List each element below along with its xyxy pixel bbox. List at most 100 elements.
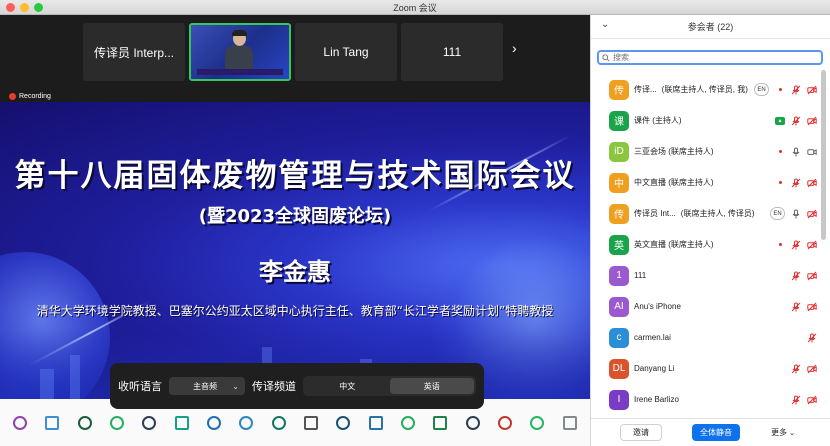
participants-panel: ⌄ 参会者 (22) 传传译...(联席主持人, 传译员, 我)EN课课件 (主… [590, 15, 830, 446]
microphone-muted-icon[interactable] [791, 85, 801, 95]
video-off-icon[interactable] [807, 178, 817, 188]
participant-row[interactable]: 传传译... (联席主持人, 传译员, 我) EN [591, 74, 823, 105]
sponsor-logo [401, 415, 416, 430]
participant-status-icons [791, 302, 817, 312]
channel-option-english[interactable]: 英语 [389, 378, 474, 394]
video-icon[interactable] [807, 147, 817, 157]
recording-icon [775, 85, 785, 95]
window-title: Zoom 会议 [393, 2, 437, 13]
avatar: 传 [609, 79, 629, 100]
chevron-down-icon: ⌄ [232, 381, 239, 391]
sponsor-logo [304, 415, 319, 430]
participant-role: (联席主持人, 传译员, 我) [661, 85, 748, 94]
sponsor-logo [207, 415, 222, 430]
participant-row[interactable]: I Irene Barlizo [591, 384, 823, 415]
sponsor-logo [433, 415, 448, 430]
interpretation-channel-label: 传译频道 [252, 381, 296, 393]
video-off-icon[interactable] [807, 85, 817, 95]
participant-row[interactable]: DL Danyang Li [591, 353, 823, 384]
channel-option-chinese[interactable]: 中文 [305, 378, 390, 394]
shared-screen-slide: 第十八届固体废物管理与技术国际会议 (暨2023全球固废论坛) 李金惠 清华大学… [0, 102, 590, 399]
participant-row[interactable]: 课课件 (主持人) ▴ [591, 105, 823, 136]
video-off-icon[interactable] [807, 116, 817, 126]
slide-speaker-description: 清华大学环境学院教授、巴塞尔公约亚太区域中心执行主任、教育部“长江学者奖励计划”… [36, 304, 554, 318]
sponsor-logo [13, 415, 28, 430]
chevron-down-icon[interactable]: ⌄ [601, 19, 609, 30]
video-off-icon[interactable] [807, 302, 817, 312]
participants-title: 参会者 (22) [687, 22, 734, 32]
tile-name: 111 [442, 45, 462, 59]
microphone-muted-icon[interactable] [791, 364, 801, 374]
invite-button[interactable]: 邀请 [620, 424, 662, 441]
microphone-muted-icon[interactable] [807, 333, 817, 343]
microphone-icon[interactable] [791, 147, 801, 157]
participant-row[interactable]: 传传译员 Int... (联席主持人, 传译员) EN [591, 198, 823, 229]
participant-status-icons [775, 240, 817, 250]
tile-name: Lin Tang [323, 45, 369, 59]
participant-role: (联席主持人, 传译员) [680, 209, 755, 218]
participant-name: 传译员 Int... [634, 209, 676, 218]
sponsor-logo [530, 415, 545, 430]
microphone-icon[interactable] [791, 209, 801, 219]
close-window-button[interactable] [6, 3, 15, 12]
search-icon [602, 53, 610, 62]
microphone-muted-icon[interactable] [791, 178, 801, 188]
participants-footer: 邀请 全体静音 更多 ⌄ [591, 418, 830, 446]
language-badge: EN [754, 83, 769, 96]
video-tile-lin-tang[interactable]: Lin Tang [295, 23, 397, 81]
recording-label: Recording [19, 93, 51, 100]
speaker-figure [225, 30, 253, 69]
participant-name: 英文直播 (联席主持人) [634, 240, 714, 249]
participant-status-icons: EN [770, 207, 817, 220]
video-off-icon[interactable] [807, 240, 817, 250]
microphone-muted-icon[interactable] [791, 302, 801, 312]
listen-language-select[interactable]: 主音频 ⌄ [169, 377, 245, 395]
video-tile-interpreter[interactable]: 传译员 Interp... [83, 23, 185, 81]
participant-name: 111 [634, 271, 647, 280]
meeting-view: 传译员 Interp... Lin Tang 111 › Recording 第… [0, 15, 590, 446]
sponsor-logo [336, 415, 351, 430]
sponsor-logo [498, 415, 513, 430]
participant-row[interactable]: AI Anu's iPhone [591, 291, 823, 322]
sponsor-logo [562, 415, 577, 430]
sponsor-logo [142, 415, 157, 430]
microphone-muted-icon[interactable] [791, 271, 801, 281]
participant-search [597, 50, 823, 65]
screen-share-icon: ▴ [775, 116, 785, 125]
video-tile-111[interactable]: 111 [401, 23, 503, 81]
minimize-window-button[interactable] [20, 3, 29, 12]
zoom-window-button[interactable] [34, 3, 43, 12]
avatar: c [609, 327, 629, 348]
window-controls [6, 3, 43, 12]
video-off-icon[interactable] [807, 209, 817, 219]
participants-header: ⌄ 参会者 (22) [591, 15, 830, 39]
video-off-icon[interactable] [807, 271, 817, 281]
participant-status-icons [791, 333, 817, 343]
microphone-muted-icon[interactable] [791, 240, 801, 250]
video-tile-active-speaker[interactable] [189, 23, 291, 81]
microphone-muted-icon[interactable] [791, 116, 801, 126]
avatar: DL [609, 358, 629, 379]
sponsor-logo [368, 415, 383, 430]
video-off-icon[interactable] [807, 364, 817, 374]
listen-language-label: 收听语言 [118, 381, 162, 393]
chevron-right-icon[interactable]: › [512, 40, 517, 56]
search-input[interactable] [613, 53, 813, 62]
participant-row[interactable]: 中中文直播 (联席主持人) [591, 167, 823, 198]
participant-row[interactable]: 英英文直播 (联席主持人) [591, 229, 823, 260]
participant-name: 传译... [634, 85, 657, 94]
mute-all-button[interactable]: 全体静音 [692, 424, 740, 441]
video-off-icon[interactable] [807, 395, 817, 405]
avatar: 传 [609, 203, 629, 224]
more-button[interactable]: 更多 ⌄ [766, 424, 800, 441]
participant-row[interactable]: iD 三亚会场 (联席主持人) [591, 136, 823, 167]
participant-status-icons [775, 178, 817, 188]
participant-status-icons [791, 271, 817, 281]
participant-row[interactable]: 1 111 [591, 260, 823, 291]
avatar: 中 [609, 172, 629, 193]
interpretation-channel-toggle: 中文 英语 [303, 376, 476, 396]
participant-row[interactable]: c carmen.lai [591, 322, 823, 353]
microphone-muted-icon[interactable] [791, 395, 801, 405]
participant-status-icons: EN [754, 83, 817, 96]
participant-list-scrollbar[interactable] [821, 70, 826, 240]
